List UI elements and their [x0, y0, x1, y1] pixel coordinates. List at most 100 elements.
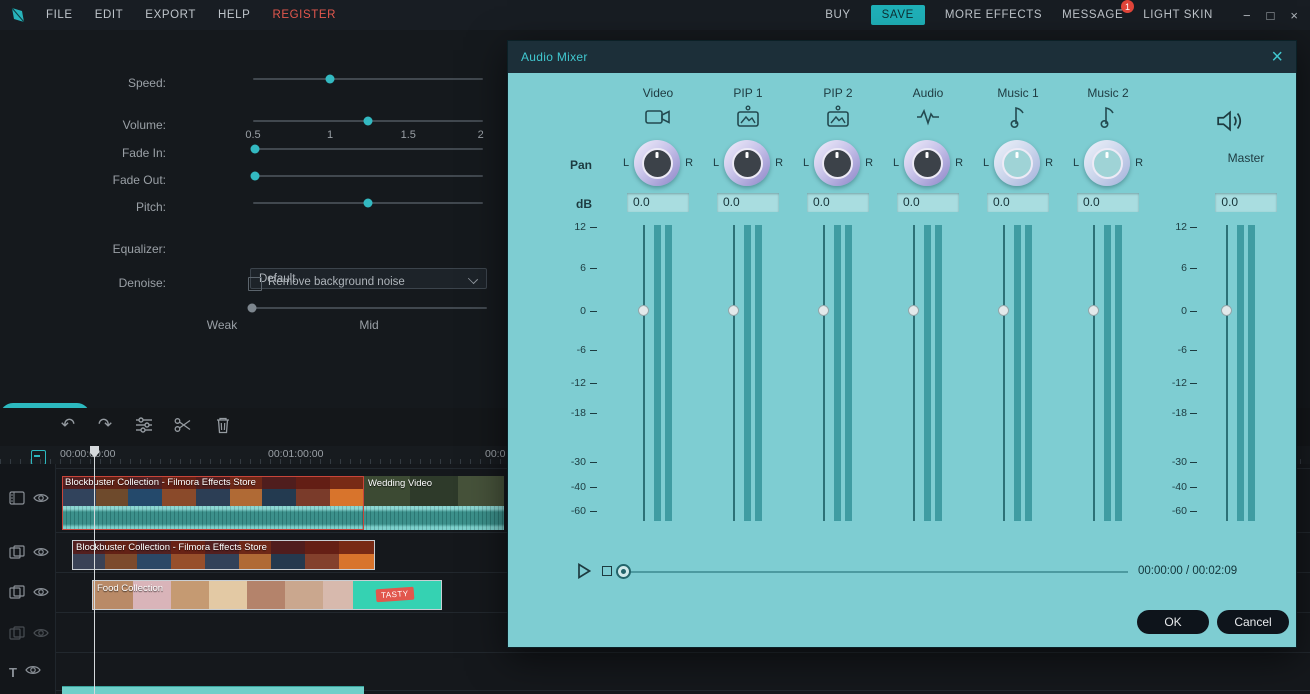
text-track-icon: T	[9, 666, 17, 679]
light-skin-button[interactable]: LIGHT SKIN	[1143, 9, 1213, 21]
pip-clip-food[interactable]: Food Collection TASTY	[92, 580, 442, 610]
menu-edit[interactable]: EDIT	[95, 9, 124, 21]
pan-right-label: R	[775, 157, 783, 169]
fader-handle[interactable]	[728, 305, 739, 316]
adjust-icon[interactable]	[133, 414, 155, 436]
denoise-checkbox[interactable]	[248, 277, 262, 291]
fade-in-slider-thumb[interactable]	[251, 145, 260, 154]
pip-track-icon	[9, 585, 25, 604]
pan-right-label: R	[865, 157, 873, 169]
fader-track[interactable]	[643, 225, 645, 521]
menu-export[interactable]: EXPORT	[145, 9, 196, 21]
fader-handle[interactable]	[818, 305, 829, 316]
clip-partial-bottom[interactable]	[62, 686, 364, 694]
speed-slider[interactable]	[253, 72, 483, 86]
fader-handle[interactable]	[1088, 305, 1099, 316]
cancel-button[interactable]: Cancel	[1217, 610, 1289, 634]
fader-track[interactable]	[733, 225, 735, 521]
db-value-field[interactable]: 0.0	[807, 193, 869, 212]
slider-track[interactable]	[253, 78, 483, 80]
denoise-slider-thumb[interactable]	[248, 304, 257, 313]
db-value-field[interactable]: 0.0	[627, 193, 689, 212]
play-button[interactable]	[577, 563, 591, 584]
slider-track[interactable]	[250, 307, 487, 309]
db-value-field[interactable]: 0.0	[717, 193, 779, 212]
fader-track[interactable]	[1226, 225, 1228, 521]
eye-icon[interactable]	[33, 626, 49, 644]
eye-icon[interactable]	[33, 545, 49, 563]
fader-track[interactable]	[1003, 225, 1005, 521]
fader-track[interactable]	[1093, 225, 1095, 521]
playhead-line[interactable]	[94, 446, 95, 694]
volume-slider[interactable]	[253, 114, 483, 128]
audio-waveform-strip[interactable]	[62, 506, 504, 530]
denoise-level-slider[interactable]	[250, 301, 487, 315]
seek-bar[interactable]	[616, 571, 1128, 573]
pan-knob[interactable]	[1084, 140, 1130, 186]
tick-1-5: 1.5	[401, 129, 416, 141]
menu-register[interactable]: REGISTER	[272, 9, 336, 21]
fade-in-label: Fade In:	[0, 146, 166, 160]
db-value-field[interactable]: 0.0	[987, 193, 1049, 212]
stop-button[interactable]	[602, 566, 612, 576]
pitch-slider[interactable]	[253, 196, 483, 210]
undo-icon[interactable]: ↶	[57, 414, 79, 436]
pan-knob[interactable]	[994, 140, 1040, 186]
pan-left-label: L	[623, 157, 629, 169]
pan-knob[interactable]	[724, 140, 770, 186]
pan-knob[interactable]	[634, 140, 680, 186]
pan-knob[interactable]	[904, 140, 950, 186]
menu-file[interactable]: FILE	[46, 9, 73, 21]
fader-handle[interactable]	[998, 305, 1009, 316]
ok-button[interactable]: OK	[1137, 610, 1209, 634]
fade-out-slider-thumb[interactable]	[251, 172, 260, 181]
eye-icon[interactable]	[33, 491, 49, 509]
trash-icon[interactable]	[212, 414, 234, 436]
level-meter	[1237, 225, 1244, 521]
minimize-button[interactable]: −	[1243, 9, 1251, 22]
level-meter	[1104, 225, 1111, 521]
track-header-video	[0, 490, 55, 510]
fader-handle[interactable]	[638, 305, 649, 316]
fade-out-slider[interactable]	[253, 169, 483, 183]
scissors-icon[interactable]	[172, 414, 194, 436]
fade-out-label: Fade Out:	[0, 173, 166, 187]
save-button[interactable]: SAVE	[871, 5, 925, 25]
buy-button[interactable]: BUY	[825, 9, 850, 21]
slider-track[interactable]	[253, 148, 483, 150]
pip-clip-blockbuster[interactable]: Blockbuster Collection - Filmora Effects…	[72, 540, 375, 570]
menu-help[interactable]: HELP	[218, 9, 250, 21]
db-value-field[interactable]: 0.0	[897, 193, 959, 212]
speaker-icon	[1216, 109, 1244, 138]
mixer-channel-pip2: PIP 2 L R 0.0	[793, 73, 883, 543]
seek-handle[interactable]	[616, 564, 631, 579]
fader-track[interactable]	[823, 225, 825, 521]
window-close-button[interactable]: ×	[1290, 9, 1298, 22]
master-label: Master	[1188, 151, 1304, 165]
dialog-close-icon[interactable]: ×	[1271, 47, 1283, 67]
db-value-field[interactable]: 0.0	[1077, 193, 1139, 212]
track-header-column: T	[0, 464, 56, 694]
track-header-pip1	[0, 544, 55, 564]
video-clip-blockbuster[interactable]: Blockbuster Collection - Filmora Effects…	[62, 476, 364, 506]
fader-handle[interactable]	[1221, 305, 1232, 316]
volume-slider-thumb[interactable]	[364, 117, 373, 126]
more-effects-button[interactable]: MORE EFFECTS	[945, 9, 1042, 21]
maximize-button[interactable]: □	[1267, 9, 1275, 22]
track-manager-icon[interactable]	[31, 450, 46, 465]
redo-icon[interactable]: ↷	[94, 414, 116, 436]
pitch-slider-thumb[interactable]	[364, 199, 373, 208]
pan-knob[interactable]	[814, 140, 860, 186]
eye-icon[interactable]	[25, 663, 41, 681]
mixer-channel-music2: Music 2 L R 0.0	[1063, 73, 1153, 543]
scale-label: -18	[508, 407, 600, 419]
fade-in-slider[interactable]	[253, 142, 483, 156]
speed-slider-thumb[interactable]	[326, 75, 335, 84]
db-value-field[interactable]: 0.0	[1215, 193, 1277, 212]
message-button[interactable]: MESSAGE 1	[1062, 9, 1123, 21]
fader-handle[interactable]	[908, 305, 919, 316]
slider-track[interactable]	[253, 175, 483, 177]
fader-track[interactable]	[913, 225, 915, 521]
eye-icon[interactable]	[33, 585, 49, 603]
video-clip-wedding[interactable]: Wedding Video	[364, 476, 504, 506]
